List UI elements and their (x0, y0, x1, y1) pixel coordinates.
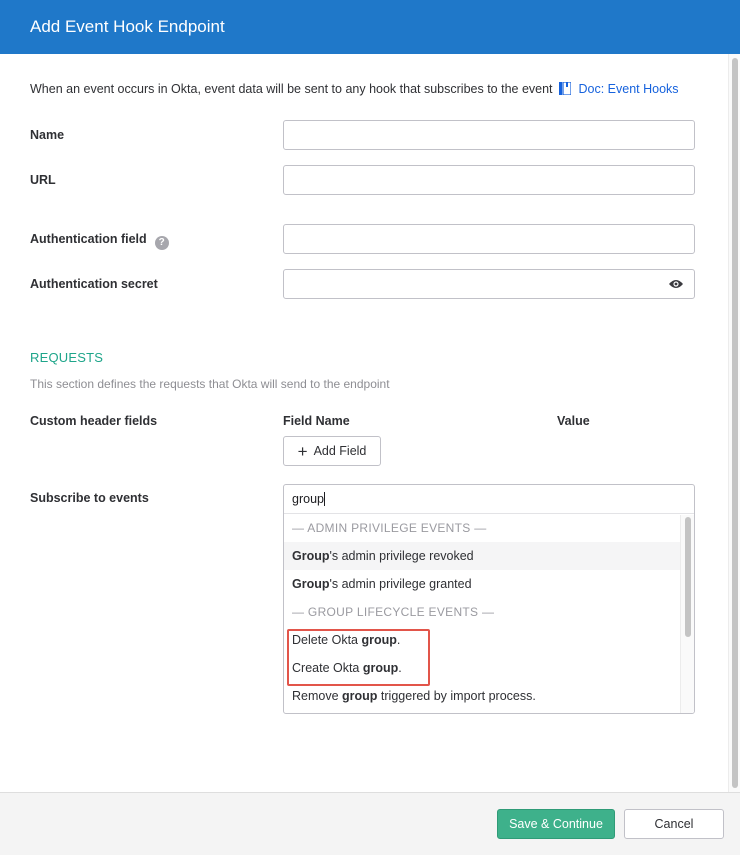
name-field[interactable] (283, 120, 695, 150)
event-search-combobox[interactable]: group — ADMIN PRIVILEGE EVENTS — Group's… (283, 484, 695, 714)
value-column-header: Value (557, 414, 590, 428)
option-group-heading: — ADMIN PRIVILEGE EVENTS — (292, 521, 487, 535)
field-name-column-header: Field Name (283, 414, 350, 428)
auth-field-label: Authentication field (30, 232, 147, 246)
requests-section-description: This section defines the requests that O… (30, 377, 390, 391)
intro-description: When an event occurs in Okta, event data… (30, 82, 553, 96)
event-list-scrollbar[interactable] (680, 515, 694, 713)
subscribe-events-label: Subscribe to events (30, 491, 149, 505)
intro-text: When an event occurs in Okta, event data… (30, 82, 679, 96)
dialog-scrollbar-thumb[interactable] (732, 58, 738, 788)
event-option-admin-privilege-revoked[interactable]: Group's admin privilege revoked (284, 542, 680, 570)
plus-icon: + (297, 441, 308, 461)
requests-section-title: REQUESTS (30, 350, 104, 365)
auth-field-input[interactable] (283, 224, 695, 254)
dialog-scrollbar[interactable] (728, 54, 740, 792)
url-label: URL (30, 173, 56, 187)
event-option-admin-privilege-granted[interactable]: Group's admin privilege granted (284, 570, 680, 598)
dialog-title: Add Event Hook Endpoint (30, 17, 225, 36)
save-continue-button[interactable]: Save & Continue (497, 809, 615, 839)
auth-secret-label: Authentication secret (30, 277, 158, 291)
add-field-button-label: Add Field (313, 444, 367, 458)
event-search-query: group (292, 492, 324, 506)
name-label: Name (30, 128, 65, 142)
event-options-list: — ADMIN PRIVILEGE EVENTS — Group's admin… (284, 514, 694, 710)
url-field[interactable] (283, 165, 695, 195)
auth-secret-input[interactable] (283, 269, 695, 299)
auth-field-label-row: Authentication field? (30, 232, 169, 250)
event-list-scrollbar-thumb[interactable] (685, 517, 691, 637)
help-icon[interactable]: ? (154, 236, 169, 250)
doc-event-hooks-link[interactable]: Doc: Event Hooks (579, 82, 679, 96)
event-option-delete-okta-group[interactable]: Delete Okta group. (284, 626, 680, 654)
event-option-create-okta-group[interactable]: Create Okta group. (284, 654, 680, 682)
add-field-button[interactable]: + Add Field (283, 436, 381, 466)
text-caret (323, 492, 325, 506)
event-option-remove-group-import[interactable]: Remove group triggered by import process… (284, 682, 680, 710)
event-search-input[interactable]: group (284, 485, 694, 514)
option-group-heading: — GROUP LIFECYCLE EVENTS — (292, 605, 495, 619)
custom-header-label: Custom header fields (30, 414, 158, 428)
cancel-button[interactable]: Cancel (624, 809, 724, 839)
book-icon (559, 82, 572, 95)
dialog-header: Add Event Hook Endpoint (0, 0, 740, 54)
eye-icon[interactable] (668, 278, 684, 290)
